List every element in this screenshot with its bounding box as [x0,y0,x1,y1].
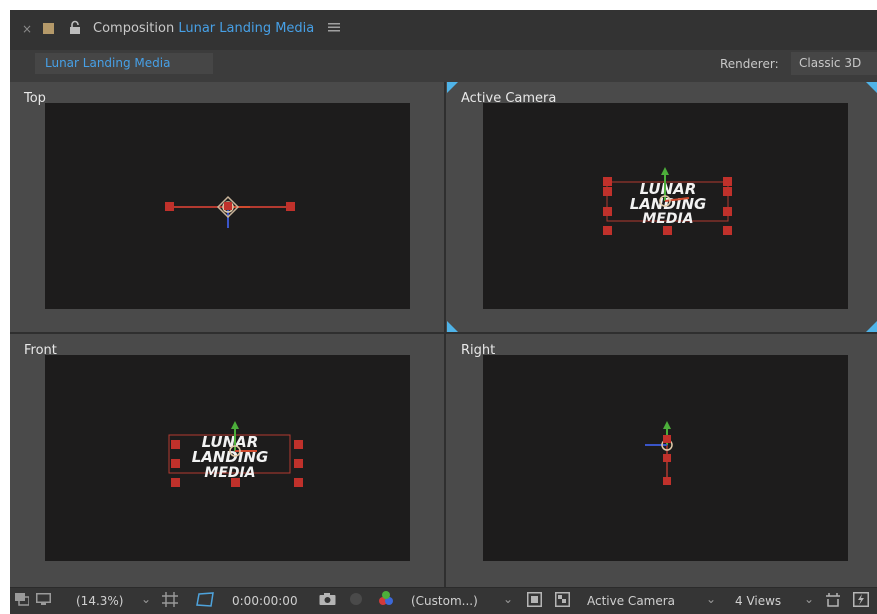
grid-guides-icon[interactable] [162,592,178,607]
view-divider-horizontal [10,332,877,334]
front-view-layer: LUNAR LANDING MEDIA [168,421,303,487]
active-view-corner-indicator [866,321,877,332]
transform-handle[interactable] [723,207,732,216]
view-front[interactable]: LUNAR LANDING MEDIA [45,355,410,561]
layer-text-line-3: MEDIA [204,465,255,481]
snapshot-camera-icon[interactable] [319,592,336,606]
current-time-display[interactable]: 0:00:00:00 [232,594,298,608]
active-view-corner-indicator [447,321,458,332]
view-top[interactable] [45,103,410,309]
resolution-dropdown[interactable]: (Custom...) [411,594,478,608]
transform-handle[interactable] [171,478,180,487]
view-active-camera[interactable]: LUNAR LANDING MEDIA [483,103,848,309]
panel-header: × Composition Lunar Landing Media [10,10,877,50]
active-view-chevron-down-icon[interactable]: ⌄ [706,592,716,606]
transform-handle[interactable] [723,177,732,186]
close-panel-button[interactable]: × [22,22,32,36]
composition-name: Lunar Landing Media [178,21,315,36]
layer-text-line-3: MEDIA [642,211,693,227]
transform-handle[interactable] [224,202,232,210]
active-camera-layer: LUNAR LANDING MEDIA [603,167,732,235]
y-axis-arrow [663,421,671,429]
zoom-chevron-down-icon[interactable]: ⌄ [141,592,151,606]
transform-handle[interactable] [663,477,671,485]
hamburger-menu-icon[interactable] [328,22,340,32]
active-view-corner-indicator [866,82,877,93]
transform-handle[interactable] [663,454,671,462]
transform-handle[interactable] [165,202,174,211]
view-layout-dropdown[interactable]: 4 Views [735,594,781,608]
active-view-dropdown[interactable]: Active Camera [587,594,675,608]
transform-handle[interactable] [603,187,612,196]
resolution-chevron-down-icon[interactable]: ⌄ [503,592,513,606]
monitor-icon[interactable] [36,593,51,606]
tab-lunar-landing-media[interactable]: Lunar Landing Media [35,53,213,74]
transform-handle[interactable] [663,226,672,235]
region-of-interest-icon[interactable] [527,592,542,607]
y-axis-arrow [661,167,669,175]
top-view-layer [165,195,295,228]
right-view-layer [645,421,673,485]
panel-title-label: Composition [93,21,175,36]
view-layout-chevron-down-icon[interactable]: ⌄ [804,592,814,606]
toggle-pixel-aspect-icon[interactable] [825,592,841,607]
show-snapshot-icon [349,592,363,606]
zoom-level-dropdown[interactable]: (14.3%) [76,594,123,608]
panel-title: Composition Lunar Landing Media [93,21,314,36]
always-preview-icon[interactable] [15,593,29,606]
renderer-button[interactable]: Classic 3D [791,52,877,75]
active-view-corner-indicator [447,82,458,93]
transform-handle[interactable] [723,226,732,235]
y-axis-arrow [231,421,239,429]
renderer-label: Renderer: [720,57,779,71]
mask-visibility-icon[interactable] [196,592,214,607]
transform-handle[interactable] [603,226,612,235]
transform-handle[interactable] [603,207,612,216]
transform-handle[interactable] [723,187,732,196]
transform-handle[interactable] [294,478,303,487]
view-label-top: Top [24,91,46,106]
view-divider-vertical [444,82,446,587]
lock-icon[interactable] [68,20,82,35]
transform-handle[interactable] [663,435,671,443]
transform-handle[interactable] [231,478,240,487]
transform-handle[interactable] [286,202,295,211]
transform-handle[interactable] [294,440,303,449]
transform-handle[interactable] [171,440,180,449]
fast-previews-icon[interactable] [853,592,869,607]
transform-handle[interactable] [294,459,303,468]
transparency-grid-icon[interactable] [555,592,570,607]
transform-handle[interactable] [171,459,180,468]
composition-panel: × Composition Lunar Landing Media Lunar … [10,10,877,614]
composition-color-swatch [43,23,54,34]
view-right[interactable] [483,355,848,561]
color-channels-icon[interactable] [377,590,395,607]
transform-handle[interactable] [603,177,612,186]
